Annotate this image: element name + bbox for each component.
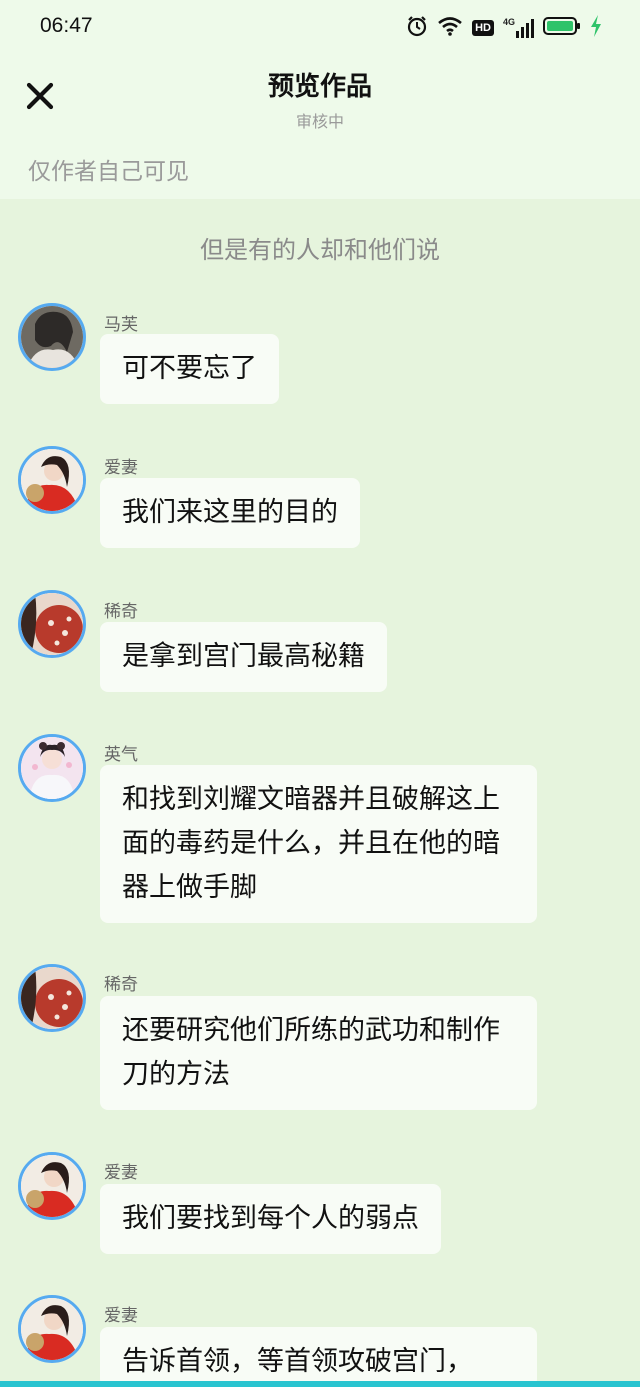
sender-name: 稀奇 [104, 975, 138, 995]
sender-name: 爱妻 [104, 458, 138, 478]
avatar-xiqi[interactable] [18, 590, 86, 658]
bottom-indicator [0, 1381, 640, 1387]
message-bubble[interactable]: 我们要找到每个人的弱点 [100, 1184, 441, 1254]
sender-name: 爱妻 [104, 1306, 138, 1326]
review-status: 审核中 [295, 112, 344, 131]
avatar-aiqi[interactable] [18, 1152, 86, 1220]
charging-icon [590, 15, 602, 41]
sender-name: 爱妻 [104, 1163, 138, 1183]
status-icons: HD 4G [406, 14, 602, 42]
signal-icon: 4G [503, 18, 534, 38]
wifi-icon [437, 16, 463, 40]
hd-badge: HD [472, 20, 494, 36]
sender-name: 稀奇 [104, 602, 138, 622]
avatar-aiqi[interactable] [18, 446, 86, 514]
status-bar: 06:47 HD 4G [0, 0, 640, 56]
network-type-label: 4G [502, 17, 515, 27]
avatar-yingqi[interactable] [18, 734, 86, 802]
alarm-icon [406, 15, 428, 41]
message-bubble[interactable]: 是拿到宫门最高秘籍 [100, 622, 387, 692]
page-title: 预览作品 [267, 72, 372, 102]
visibility-note: 仅作者自己可见 [28, 159, 189, 185]
sender-name: 马芙 [104, 315, 138, 335]
message-bubble[interactable]: 还要研究他们所练的武功和制作刀的方法 [100, 996, 537, 1110]
sender-name: 英气 [104, 745, 138, 765]
avatar-mafu[interactable] [18, 303, 86, 371]
avatar-aiqi[interactable] [18, 1295, 86, 1363]
battery-icon [543, 16, 581, 40]
status-time: 06:47 [40, 14, 93, 37]
message-bubble[interactable]: 我们来这里的目的 [100, 478, 360, 548]
avatar-xiqi[interactable] [18, 964, 86, 1032]
narration-text: 但是有的人却和他们说 [200, 236, 440, 264]
message-bubble[interactable]: 可不要忘了 [100, 334, 279, 404]
header-area: 06:47 HD 4G 预览作品 审核中 仅作者自己可见 [0, 0, 640, 199]
message-bubble[interactable]: 和找到刘耀文暗器并且破解这上面的毒药是什么，并且在他的暗器上做手脚 [100, 765, 537, 923]
message-bubble[interactable]: 告诉首领，等首领攻破宫门， [100, 1327, 537, 1387]
